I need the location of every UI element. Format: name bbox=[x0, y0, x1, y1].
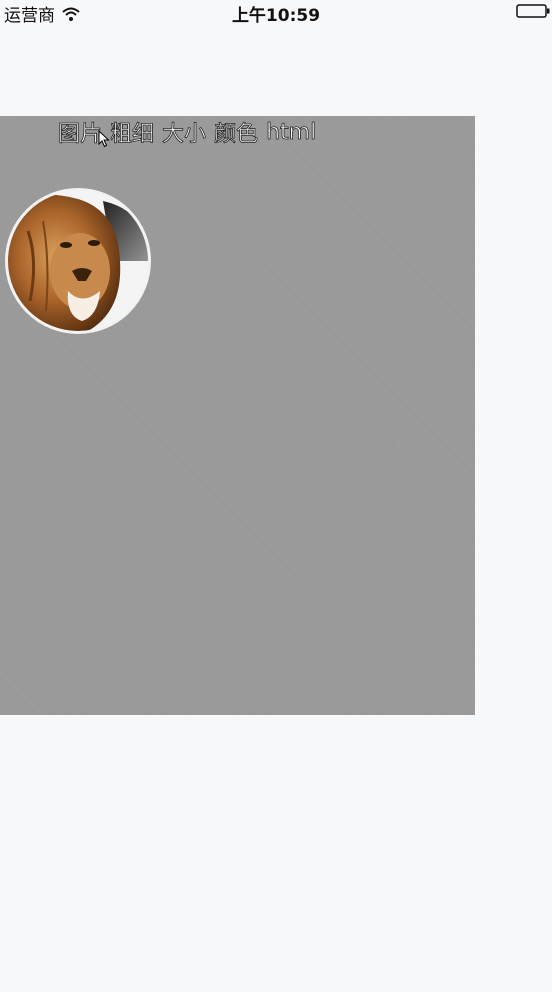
toolbar-size-button[interactable]: 大小 bbox=[162, 116, 207, 148]
toolbar-color-button[interactable]: 颜色 bbox=[214, 116, 259, 148]
status-bar: 运营商 上午10:59 bbox=[0, 0, 552, 26]
lion-avatar-image[interactable] bbox=[5, 188, 151, 334]
toolbar-weight-button[interactable]: 粗细 bbox=[110, 116, 155, 148]
lion-image bbox=[8, 191, 148, 331]
toolbar-image-button[interactable]: 图片 bbox=[58, 116, 103, 148]
cursor-icon bbox=[98, 130, 110, 148]
status-time: 上午10:59 bbox=[231, 6, 321, 26]
screen: 运营商 上午10:59 图片 粗细 大小 颜色 html bbox=[0, 0, 552, 992]
battery-icon bbox=[516, 4, 550, 18]
toolbar-html-button[interactable]: html bbox=[266, 119, 317, 145]
formatting-toolbar: 图片 粗细 大小 颜色 html bbox=[58, 116, 317, 148]
